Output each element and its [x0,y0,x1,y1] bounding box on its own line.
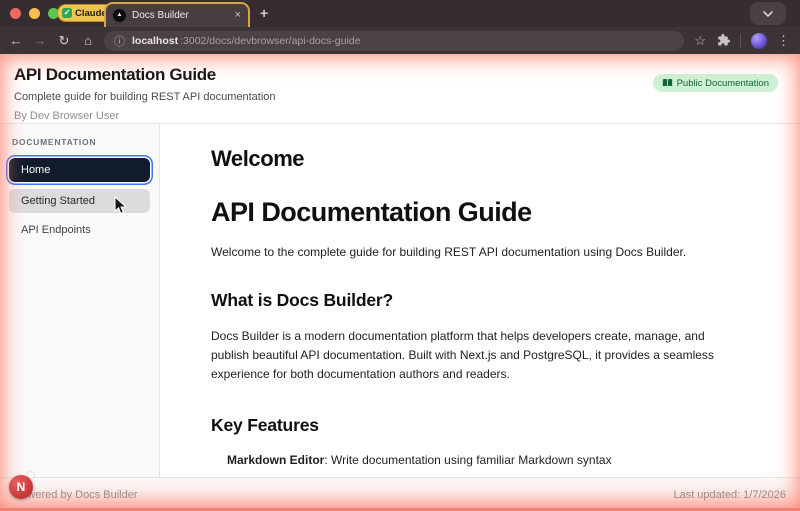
pinned-tab-label: Claude [75,7,107,19]
back-button[interactable]: ← [4,33,28,48]
key-features-heading: Key Features [211,415,319,435]
toolbar-divider [740,33,741,48]
window-controls [10,8,59,19]
reload-button[interactable]: ↻ [52,33,76,49]
feature-list: Markdown Editor: Write documentation usi… [211,453,760,477]
browser-tab-strip: ✓ Claude ▲ Docs Builder × + [0,0,800,27]
doc-header: API Documentation Guide Complete guide f… [0,54,800,124]
close-tab-icon[interactable]: × [235,10,241,21]
main-content: Welcome API Documentation Guide Welcome … [160,124,800,477]
tab-search-chevron-button[interactable] [750,2,786,25]
page-footer: Powered by Docs Builder Last updated: 1/… [0,477,800,511]
url-path: :3002/docs/devbrowser/api-docs-guide [180,34,361,47]
extensions-puzzle-icon[interactable] [716,33,730,48]
new-tab-button[interactable]: + [260,5,268,21]
list-item: Markdown Editor: Write documentation usi… [227,453,760,467]
tab-docs-builder[interactable]: ▲ Docs Builder × [104,2,250,27]
home-button[interactable]: ⌂ [76,33,100,48]
sidebar-item-home[interactable]: Home [9,158,150,182]
page-byline: By Dev Browser User [14,110,120,122]
tab-title: Docs Builder [132,10,189,21]
site-info-icon[interactable]: ⓘ [114,33,125,49]
feature-label: Markdown Editor [227,453,325,467]
welcome-heading: Welcome [211,146,305,171]
doc-title-heading: API Documentation Guide [211,197,532,227]
mouse-cursor [114,196,127,215]
menu-kebab-icon[interactable]: ⋮ [777,33,790,49]
what-is-paragraph: Docs Builder is a modern documentation p… [211,329,714,381]
sidebar-item-api-endpoints[interactable]: API Endpoints [9,218,150,242]
sidebar-item-getting-started[interactable]: Getting Started [9,189,150,213]
notification-bubble[interactable]: N [9,475,33,499]
chevron-down-icon [763,10,773,17]
minimize-window-button[interactable] [29,8,40,19]
sidebar: DOCUMENTATION Home Getting Started API E… [0,124,160,477]
url-host: localhost [132,34,179,47]
play-triangle-favicon: ▲ [113,9,126,22]
page-viewport: API Documentation Guide Complete guide f… [0,54,800,511]
footer-last-updated: Last updated: 1/7/2026 [673,488,786,501]
public-documentation-badge: Public Documentation [652,74,778,92]
profile-avatar[interactable] [751,32,767,49]
toolbar-right-icons: ☆ ⋮ [694,32,800,49]
page-body: DOCUMENTATION Home Getting Started API E… [0,124,800,477]
notification-dot [28,472,34,478]
green-checkmark-icon: ✓ [62,8,72,18]
feature-text: : Write documentation using familiar Mar… [324,453,612,467]
intro-paragraph: Welcome to the complete guide for buildi… [211,245,687,259]
sidebar-section-label: DOCUMENTATION [12,137,97,147]
screenshot-stage: ✓ Claude ▲ Docs Builder × + ← → ↻ ⌂ ⓘ lo… [0,0,800,511]
forward-button[interactable]: → [28,33,52,48]
bookmark-star-icon[interactable]: ☆ [694,33,706,49]
book-icon [662,78,672,87]
what-is-heading: What is Docs Builder? [211,290,394,310]
address-bar[interactable]: ⓘ localhost :3002/docs/devbrowser/api-do… [104,30,685,51]
badge-label: Public Documentation [676,77,769,89]
close-window-button[interactable] [10,8,21,19]
page-subtitle: Complete guide for building REST API doc… [14,91,276,103]
browser-toolbar: ← → ↻ ⌂ ⓘ localhost :3002/docs/devbrowse… [0,27,800,54]
